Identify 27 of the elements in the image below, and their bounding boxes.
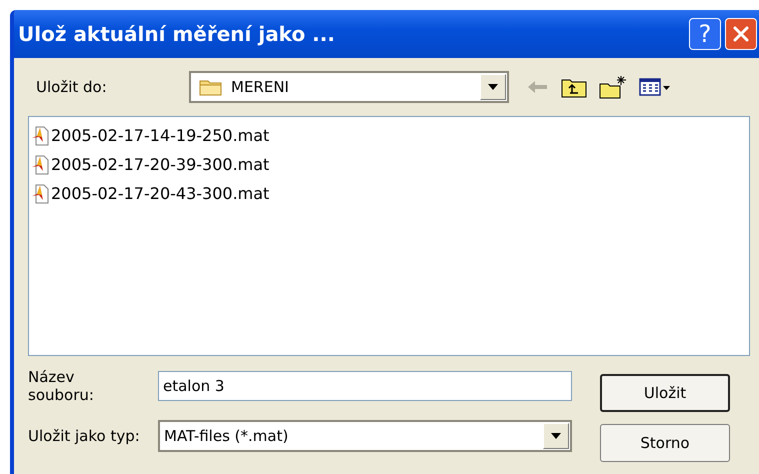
file-type-dropdown[interactable]: MAT-files (*.mat): [158, 420, 572, 452]
new-folder-icon[interactable]: [599, 75, 627, 99]
dropdown-button[interactable]: [543, 423, 569, 449]
help-button[interactable]: ?: [689, 18, 721, 50]
file-item[interactable]: 2005-02-17-14-19-250.mat: [31, 121, 749, 150]
file-name-label: Název souboru:: [28, 368, 95, 404]
file-item[interactable]: 2005-02-17-20-43-300.mat: [31, 179, 749, 208]
close-icon: [731, 24, 751, 44]
mat-file-icon: [31, 126, 49, 146]
file-item[interactable]: 2005-02-17-20-39-300.mat: [31, 150, 749, 179]
folder-name: MERENI: [231, 78, 290, 96]
file-type-value: MAT-files (*.mat): [164, 427, 290, 445]
mat-file-icon: [31, 154, 49, 174]
file-type-label: Uložit jako typ:: [28, 427, 141, 445]
dropdown-button[interactable]: [480, 74, 506, 100]
save-in-label: Uložit do:: [35, 78, 108, 96]
view-menu-icon[interactable]: [639, 77, 671, 97]
file-name-field[interactable]: etalon 3: [158, 371, 572, 401]
folder-icon: [199, 78, 223, 96]
folder-dropdown[interactable]: MERENI: [189, 71, 509, 103]
caret-icon: [488, 84, 498, 90]
window-title: Ulož aktuální měření jako ...: [18, 22, 336, 46]
cancel-button[interactable]: Storno: [600, 424, 730, 462]
save-button[interactable]: Uložit: [600, 374, 730, 412]
caret-icon: [551, 433, 561, 439]
mat-file-icon: [31, 184, 49, 204]
close-button[interactable]: [725, 18, 757, 50]
